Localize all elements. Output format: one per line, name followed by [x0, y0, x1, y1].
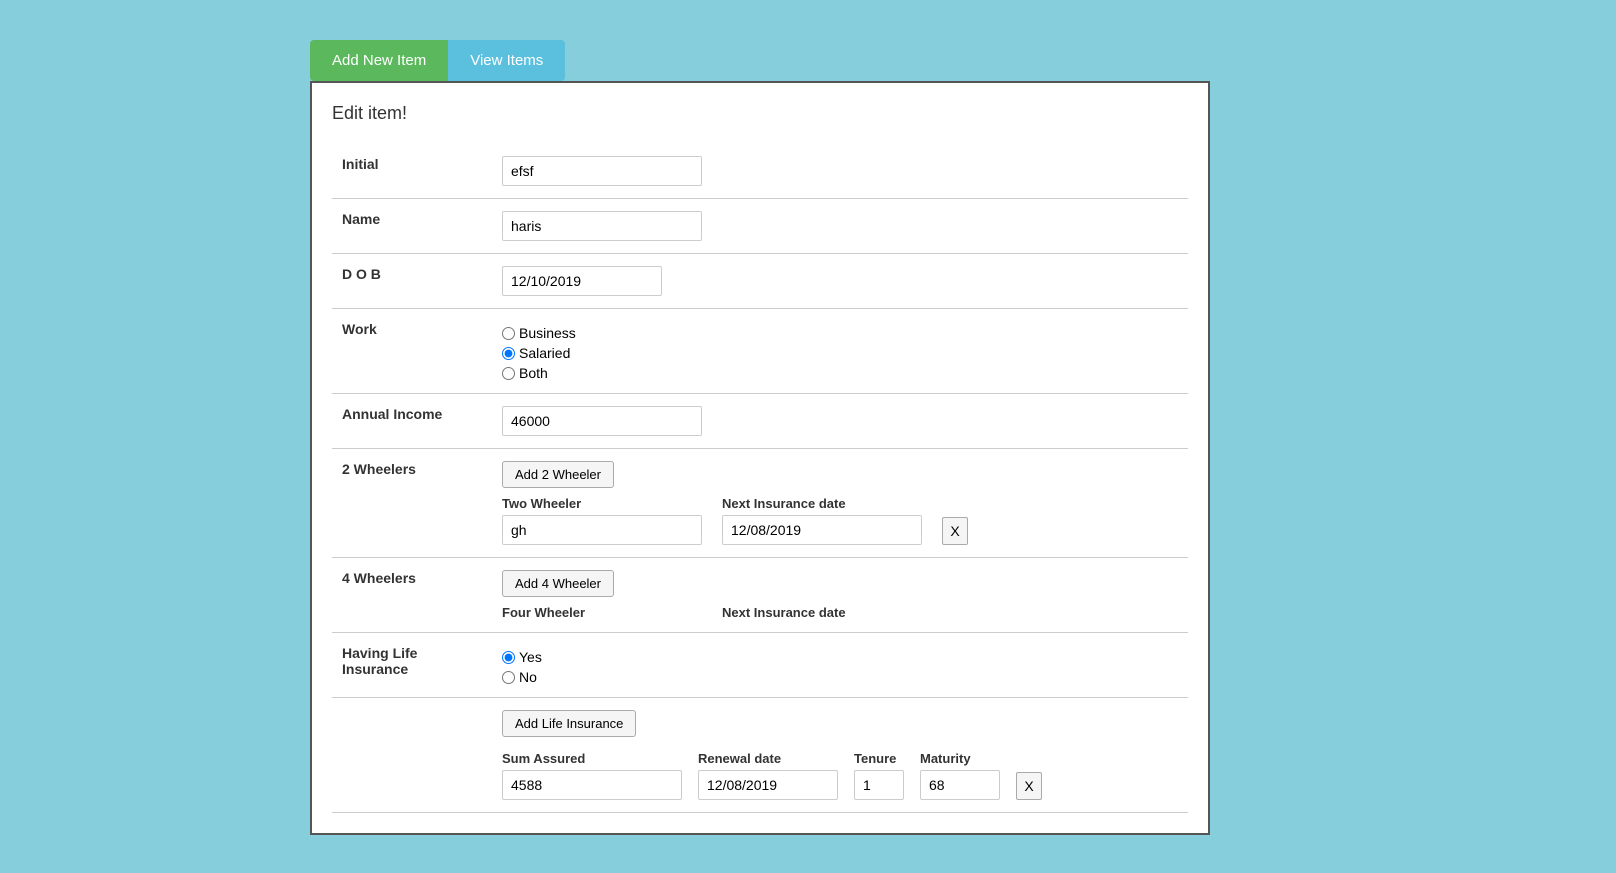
life-ins-yes-label: Yes [519, 649, 542, 665]
annual-income-input-cell [492, 394, 1188, 449]
annual-income-input[interactable] [502, 406, 702, 436]
initial-label: Initial [332, 144, 492, 199]
view-items-tab[interactable]: View Items [448, 40, 565, 81]
two-wheeler-ins-date-input[interactable] [722, 515, 922, 545]
tenure-col: Tenure [854, 751, 904, 800]
two-wheelers-cell: Add 2 Wheeler Two Wheeler Next Insurance… [492, 449, 1188, 558]
renewal-date-col: Renewal date [698, 751, 838, 800]
work-radio-both[interactable]: Both [502, 365, 1178, 381]
radio-both-label: Both [519, 365, 548, 381]
four-wheelers-cell: Add 4 Wheeler Four Wheeler Next Insuranc… [492, 558, 1188, 633]
life-insurance-cell: Yes No [492, 633, 1188, 698]
two-wheeler-ins-col: Next Insurance date [722, 496, 922, 545]
two-wheelers-row: 2 Wheelers Add 2 Wheeler Two Wheeler Nex… [332, 449, 1188, 558]
radio-salaried[interactable] [502, 347, 515, 360]
two-wheeler-remove-button[interactable]: X [942, 517, 968, 545]
tenure-input[interactable] [854, 770, 904, 800]
maturity-col-label: Maturity [920, 751, 1000, 766]
work-input-cell: Business Salaried Both [492, 309, 1188, 394]
form-card: Edit item! Initial Name D O B [310, 81, 1210, 835]
sum-assured-col: Sum Assured [502, 751, 682, 800]
work-radio-salaried[interactable]: Salaried [502, 345, 1178, 361]
add-2-wheeler-button[interactable]: Add 2 Wheeler [502, 461, 614, 488]
radio-business[interactable] [502, 327, 515, 340]
form-table: Initial Name D O B Work [332, 144, 1188, 813]
life-insurance-entry-row: Sum Assured Renewal date Tenure Mat [502, 751, 1178, 800]
maturity-col: Maturity [920, 751, 1000, 800]
sum-assured-col-label: Sum Assured [502, 751, 682, 766]
name-input-cell [492, 199, 1188, 254]
radio-life-yes[interactable] [502, 651, 515, 664]
initial-input-cell [492, 144, 1188, 199]
life-insurance-details-cell: Add Life Insurance Sum Assured Renewal d… [492, 698, 1188, 813]
annual-income-row: Annual Income [332, 394, 1188, 449]
tab-bar: Add New Item View Items [310, 40, 1616, 81]
life-ins-radio-group: Yes No [502, 645, 1178, 685]
two-wheeler-ins-date-label: Next Insurance date [722, 496, 922, 511]
life-insurance-details-row: Add Life Insurance Sum Assured Renewal d… [332, 698, 1188, 813]
initial-row: Initial [332, 144, 1188, 199]
name-input[interactable] [502, 211, 702, 241]
four-wheeler-col-label: Four Wheeler [502, 605, 702, 620]
add-4-wheeler-button[interactable]: Add 4 Wheeler [502, 570, 614, 597]
work-radio-business[interactable]: Business [502, 325, 1178, 341]
four-wheelers-row: 4 Wheelers Add 4 Wheeler Four Wheeler Ne… [332, 558, 1188, 633]
name-row: Name [332, 199, 1188, 254]
radio-both[interactable] [502, 367, 515, 380]
four-wheeler-ins-col-label: Next Insurance date [722, 605, 846, 620]
radio-business-label: Business [519, 325, 576, 341]
sum-assured-input[interactable] [502, 770, 682, 800]
form-title: Edit item! [332, 103, 1188, 124]
add-new-item-tab[interactable]: Add New Item [310, 40, 448, 81]
dob-row: D O B [332, 254, 1188, 309]
annual-income-label: Annual Income [332, 394, 492, 449]
two-wheelers-label: 2 Wheelers [332, 449, 492, 558]
radio-life-no[interactable] [502, 671, 515, 684]
four-wheeler-header-row: Four Wheeler Next Insurance date [502, 605, 1178, 620]
dob-input[interactable] [502, 266, 662, 296]
work-row: Work Business Salaried Both [332, 309, 1188, 394]
life-ins-no-label: No [519, 669, 537, 685]
dob-label: D O B [332, 254, 492, 309]
radio-salaried-label: Salaried [519, 345, 570, 361]
four-wheelers-label: 4 Wheelers [332, 558, 492, 633]
maturity-input[interactable] [920, 770, 1000, 800]
renewal-date-input[interactable] [698, 770, 838, 800]
dob-input-cell [492, 254, 1188, 309]
two-wheeler-name-col: Two Wheeler [502, 496, 702, 545]
two-wheeler-entry-row: Two Wheeler Next Insurance date X [502, 496, 1178, 545]
work-radio-group: Business Salaried Both [502, 321, 1178, 381]
initial-input[interactable] [502, 156, 702, 186]
life-insurance-remove-button[interactable]: X [1016, 772, 1042, 800]
add-life-insurance-button[interactable]: Add Life Insurance [502, 710, 636, 737]
renewal-date-col-label: Renewal date [698, 751, 838, 766]
tenure-col-label: Tenure [854, 751, 904, 766]
name-label: Name [332, 199, 492, 254]
life-insurance-label: Having Life Insurance [332, 633, 492, 698]
two-wheeler-input[interactable] [502, 515, 702, 545]
life-ins-yes-radio[interactable]: Yes [502, 649, 1178, 665]
life-ins-no-radio[interactable]: No [502, 669, 1178, 685]
work-label: Work [332, 309, 492, 394]
life-insurance-row: Having Life Insurance Yes No [332, 633, 1188, 698]
two-wheeler-col-label: Two Wheeler [502, 496, 702, 511]
